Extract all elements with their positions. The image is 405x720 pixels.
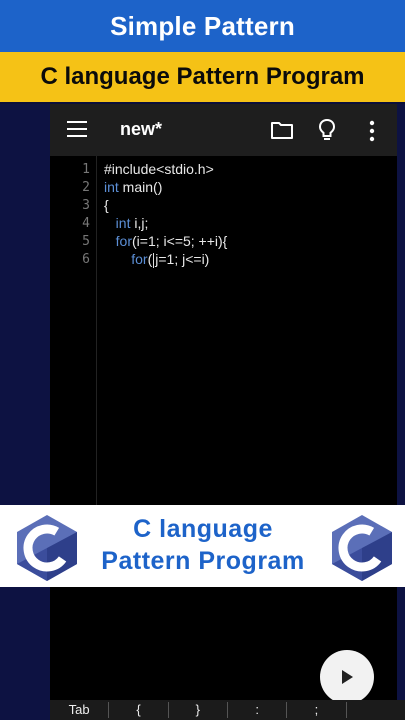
c-language-logo: [332, 515, 392, 581]
code-text: {: [104, 197, 109, 213]
c-language-logo: [17, 515, 77, 581]
top-banner-title: Simple Pattern: [0, 0, 405, 52]
app-toolbar: new*: [50, 104, 397, 156]
line-number: 2: [82, 180, 90, 195]
bottom-banner-line-1: C language: [133, 515, 273, 543]
code-line[interactable]: for(i=1; i<=5; ++i){: [104, 233, 228, 249]
code-keyword: for: [115, 233, 133, 249]
line-number: 1: [82, 162, 90, 177]
line-number: 5: [82, 234, 90, 249]
folder-icon[interactable]: [271, 120, 293, 140]
lightbulb-icon[interactable]: [318, 118, 336, 142]
left-background-strip: [0, 104, 50, 720]
code-editor-app: new* 1 2 3 4 5 6 #include<stdio.h> int ma…: [50, 104, 397, 720]
key-colon[interactable]: :: [228, 702, 288, 718]
code-text: (i=1; i<=5; ++i){: [132, 233, 228, 249]
menu-icon[interactable]: [67, 121, 87, 137]
code-keyword: int: [115, 215, 131, 231]
key-close-brace[interactable]: }: [169, 702, 228, 718]
key-open-brace[interactable]: {: [109, 702, 169, 718]
more-vert-icon[interactable]: [368, 120, 376, 142]
key-semicolon[interactable]: ;: [287, 702, 347, 718]
bottom-banner-line-2: Pattern Program: [101, 547, 305, 575]
run-button[interactable]: [320, 650, 374, 704]
line-number: 3: [82, 198, 90, 213]
play-icon: [342, 670, 353, 684]
code-text: (: [147, 251, 153, 267]
code-line[interactable]: #include<stdio.h>: [104, 161, 214, 177]
bottom-banner-title: C language Pattern Program: [78, 513, 328, 577]
code-keyword: for: [131, 251, 148, 267]
code-text: i,j;: [130, 215, 149, 231]
code-text: j=1; j<=i): [155, 251, 210, 267]
right-background-strip: [397, 104, 405, 720]
bottom-banner: C language Pattern Program: [0, 505, 405, 587]
code-keyword: int: [104, 179, 119, 195]
extra-keys-bar: Tab { } : ;: [50, 700, 405, 720]
code-line[interactable]: int i,j;: [104, 215, 149, 231]
code-line[interactable]: {: [104, 197, 109, 213]
code-line[interactable]: for(j=1; j<=i): [104, 251, 209, 268]
key-more[interactable]: [347, 702, 405, 718]
code-text: #include<stdio.h>: [104, 161, 214, 177]
line-number: 6: [82, 252, 90, 267]
code-line[interactable]: int main(): [104, 179, 162, 195]
code-text: main(): [118, 179, 163, 195]
line-number: 4: [82, 216, 90, 231]
file-title: new*: [120, 119, 163, 139]
key-tab[interactable]: Tab: [50, 702, 110, 718]
subtitle-banner: C language Pattern Program: [0, 52, 405, 104]
